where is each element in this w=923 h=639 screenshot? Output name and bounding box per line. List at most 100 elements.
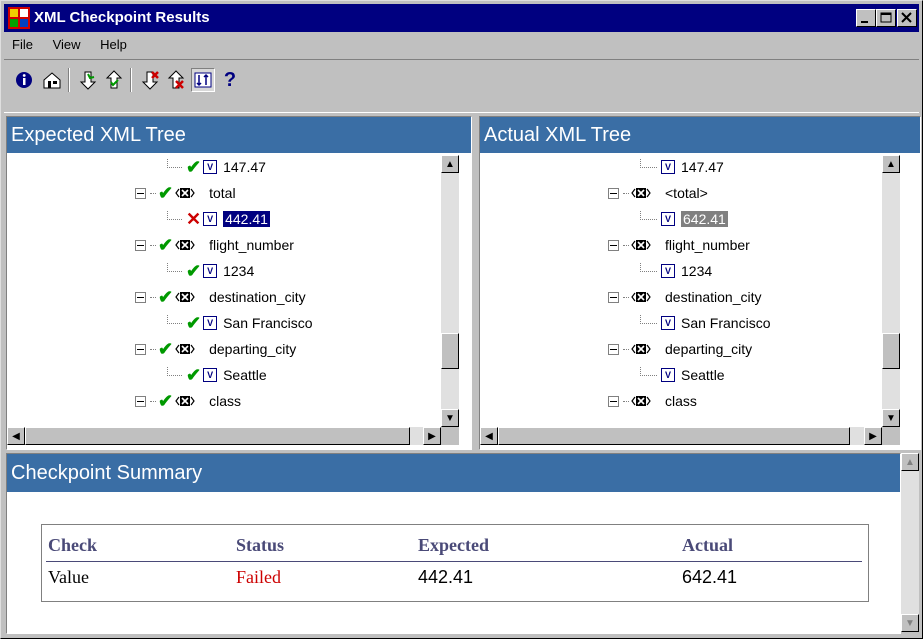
tree-value-node[interactable]: ✔ V San Francisco	[167, 313, 313, 333]
tree-connector	[623, 400, 629, 402]
tree-connector	[623, 296, 629, 298]
tree-connector	[167, 262, 182, 272]
scroll-up-button[interactable]: ▲	[901, 453, 919, 471]
title-bar: XML Checkpoint Results	[4, 4, 919, 32]
scroll-up-button[interactable]: ▲	[882, 155, 900, 173]
tree-element-node[interactable]: destination_city	[608, 287, 762, 307]
expected-horizontal-scrollbar[interactable]: ◀ ▶	[7, 427, 441, 445]
collapse-icon[interactable]	[135, 239, 146, 251]
info-button[interactable]	[12, 68, 36, 92]
close-button[interactable]	[897, 9, 917, 27]
tree-node-label: Seattle	[223, 367, 267, 383]
expected-vertical-scrollbar[interactable]: ▲ ▼	[441, 155, 459, 427]
tree-connector	[623, 192, 629, 194]
actual-vertical-scrollbar[interactable]: ▲ ▼	[882, 155, 900, 427]
tree-element-node[interactable]: departing_city	[608, 339, 752, 359]
value-icon: V	[203, 264, 218, 278]
tree-value-node[interactable]: V San Francisco	[640, 313, 770, 333]
scroll-down-button[interactable]: ▼	[901, 614, 919, 632]
help-button[interactable]: ?	[218, 68, 242, 92]
tree-value-node[interactable]: V Seattle	[640, 365, 725, 385]
collapse-icon[interactable]	[135, 291, 146, 303]
scroll-right-button[interactable]: ▶	[423, 427, 441, 445]
tree-node-label: San Francisco	[681, 315, 771, 331]
tree-node-label: destination_city	[665, 289, 762, 305]
header-actual: Actual	[682, 535, 733, 555]
scroll-thumb[interactable]	[25, 427, 410, 445]
scroll-right-button[interactable]: ▶	[864, 427, 882, 445]
scroll-down-button[interactable]: ▼	[441, 409, 459, 427]
previous-check-icon	[105, 70, 123, 89]
maximize-button[interactable]	[876, 9, 896, 27]
next-failed-check-icon	[141, 71, 159, 90]
value-icon: V	[203, 212, 218, 226]
tree-element-node[interactable]: flight_number	[608, 235, 750, 255]
scroll-thumb[interactable]	[498, 427, 850, 445]
collapse-icon[interactable]	[608, 239, 619, 251]
tree-element-node[interactable]: ✔ departing_city	[135, 339, 296, 359]
toolbar-separator	[130, 68, 132, 92]
toolbar-separator	[68, 68, 70, 92]
toolbar: ?	[4, 59, 919, 113]
collapse-icon[interactable]	[608, 343, 619, 355]
value-icon: V	[203, 316, 218, 330]
element-icon	[631, 396, 651, 406]
minimize-button[interactable]	[856, 9, 876, 27]
scroll-down-button[interactable]: ▼	[882, 409, 900, 427]
minimize-icon	[861, 21, 868, 23]
tree-connector	[640, 262, 657, 272]
previous-failed-check-button[interactable]	[164, 68, 188, 92]
element-icon	[175, 188, 195, 198]
tree-value-node[interactable]: V 147.47	[640, 157, 724, 177]
menu-file[interactable]: File	[4, 34, 41, 52]
tree-element-node[interactable]: ✔ flight_number	[135, 235, 294, 255]
tree-value-node[interactable]: ✔ V 147.47	[167, 157, 266, 177]
synchronize-scroll-icon	[194, 72, 212, 88]
scroll-thumb[interactable]	[882, 333, 900, 369]
next-check-button[interactable]	[76, 68, 100, 92]
tree-element-node[interactable]: <total>	[608, 183, 708, 203]
passed-check-icon: ✔	[158, 338, 174, 359]
tree-value-node[interactable]: V 1234	[640, 261, 712, 281]
app-icon	[8, 7, 30, 29]
tree-value-node[interactable]: ✔ V 1234	[167, 261, 254, 281]
actual-horizontal-scrollbar[interactable]: ◀ ▶	[480, 427, 882, 445]
collapse-icon[interactable]	[608, 187, 619, 199]
xml-checkpoint-window: XML Checkpoint Results File View Help ? …	[0, 0, 923, 639]
window-title: XML Checkpoint Results	[34, 9, 210, 26]
header-expected: Expected	[418, 535, 489, 555]
scroll-corner	[882, 427, 900, 445]
previous-check-button[interactable]	[102, 68, 126, 92]
tree-element-node[interactable]: ✔ total	[135, 183, 236, 203]
scroll-left-button[interactable]: ◀	[7, 427, 25, 445]
collapse-icon[interactable]	[608, 395, 619, 407]
tree-element-node[interactable]: class	[608, 391, 697, 411]
scroll-left-button[interactable]: ◀	[480, 427, 498, 445]
expected-tree-panel: Expected XML Tree ✔ V 147.47 ✔ total ✕ V 442.41…	[6, 116, 472, 450]
close-icon	[901, 12, 912, 23]
collapse-icon[interactable]	[608, 291, 619, 303]
element-icon	[631, 344, 651, 354]
synchronize-scroll-button[interactable]	[191, 68, 215, 92]
collapse-icon[interactable]	[135, 343, 146, 355]
summary-vertical-scrollbar[interactable]: ▲ ▼	[901, 453, 919, 632]
cell-actual: 642.41	[682, 567, 738, 587]
menu-view[interactable]: View	[45, 34, 89, 52]
passed-check-icon: ✔	[158, 286, 174, 307]
tree-value-node[interactable]: V 642.41	[640, 209, 728, 229]
collapse-icon[interactable]	[135, 395, 146, 407]
tree-element-node[interactable]: ✔ class	[135, 391, 241, 411]
tree-connector	[167, 366, 182, 376]
collapse-icon[interactable]	[135, 187, 146, 199]
scroll-corner	[441, 427, 459, 445]
next-failed-check-button[interactable]	[138, 68, 162, 92]
tree-value-node[interactable]: ✔ V Seattle	[167, 365, 267, 385]
properties-button[interactable]	[40, 68, 64, 92]
scroll-up-button[interactable]: ▲	[441, 155, 459, 173]
scroll-thumb[interactable]	[441, 333, 459, 369]
tree-element-node[interactable]: ✔ destination_city	[135, 287, 306, 307]
tree-value-node[interactable]: ✕ V 442.41	[167, 209, 270, 229]
menu-help[interactable]: Help	[92, 34, 135, 52]
element-icon	[631, 240, 651, 250]
tree-node-label: 147.47	[681, 159, 724, 175]
